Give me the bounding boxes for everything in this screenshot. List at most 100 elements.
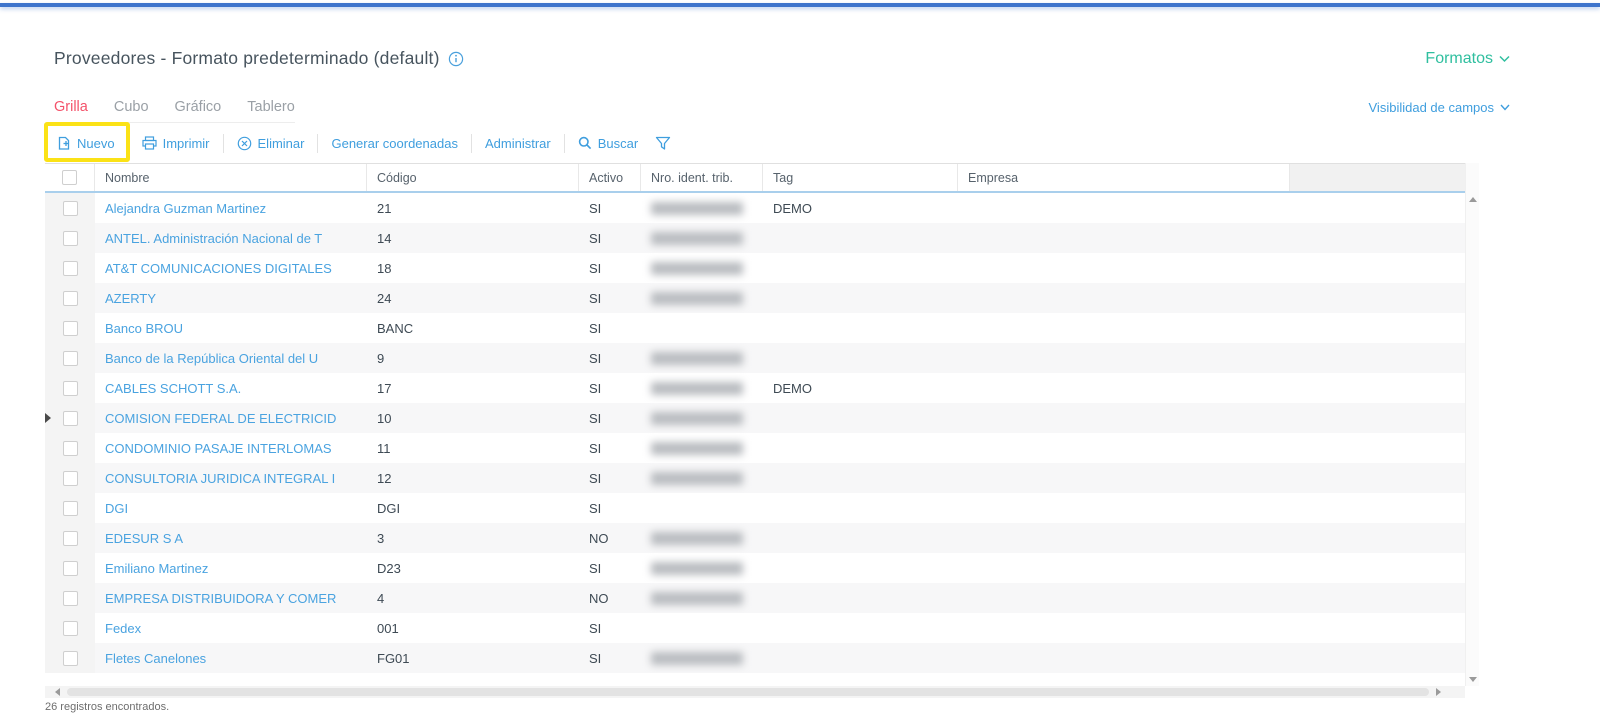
supplier-name-link[interactable]: COMISION FEDERAL DE ELECTRICID	[105, 411, 336, 426]
table-row: COMISION FEDERAL DE ELECTRICID 10 SI	[45, 403, 1465, 433]
table-row: ANTEL. Administración Nacional de T 14 SI	[45, 223, 1465, 253]
row-checkbox[interactable]	[62, 320, 78, 336]
table-row: EMPRESA DISTRIBUIDORA Y COMER 4 NO	[45, 583, 1465, 613]
supplier-name-link[interactable]: EMPRESA DISTRIBUIDORA Y COMER	[105, 591, 336, 606]
supplier-name-link[interactable]: EDESUR S A	[105, 531, 183, 546]
info-icon[interactable]	[448, 51, 464, 67]
row-checkbox[interactable]	[62, 260, 78, 276]
header-activo[interactable]: Activo	[579, 164, 641, 191]
header-nombre[interactable]: Nombre	[95, 164, 367, 191]
header-empresa[interactable]: Empresa	[958, 164, 1290, 191]
row-checkbox[interactable]	[62, 560, 78, 576]
tab-grilla[interactable]: Grilla	[54, 99, 88, 115]
supplier-name-cell: Banco de la República Oriental del U	[95, 343, 367, 373]
company-cell	[958, 643, 1290, 673]
row-checkbox[interactable]	[62, 350, 78, 366]
row-checkbox[interactable]	[62, 380, 78, 396]
buscar-button[interactable]: Buscar	[565, 136, 651, 151]
field-visibility-dropdown[interactable]: Visibilidad de campos	[1369, 100, 1511, 123]
supplier-name-link[interactable]: Emiliano Martinez	[105, 561, 208, 576]
company-cell	[958, 523, 1290, 553]
active-cell: SI	[589, 470, 602, 486]
row-checkbox[interactable]	[62, 200, 78, 216]
tag-cell	[763, 433, 958, 463]
tag-cell	[763, 553, 958, 583]
header-tag[interactable]: Tag	[763, 164, 958, 191]
tag-cell	[763, 313, 958, 343]
supplier-name-cell: CABLES SCHOTT S.A.	[95, 373, 367, 403]
supplier-name-cell: Banco BROU	[95, 313, 367, 343]
filter-funnel-icon[interactable]	[655, 136, 671, 151]
table-row: Fletes Canelones FG01 SI	[45, 643, 1465, 673]
scroll-down-icon[interactable]	[1469, 677, 1477, 682]
row-filler-cell	[1290, 193, 1465, 223]
tax-id-cell	[641, 253, 763, 283]
tab-cubo[interactable]: Cubo	[114, 99, 149, 115]
table-row: DGI DGI SI	[45, 493, 1465, 523]
generar-coordenadas-button[interactable]: Generar coordenadas	[318, 136, 470, 151]
formats-dropdown[interactable]: Formatos	[1425, 50, 1510, 68]
active-cell: SI	[589, 350, 602, 366]
row-checkbox[interactable]	[62, 530, 78, 546]
imprimir-button[interactable]: Imprimir	[129, 136, 223, 151]
supplier-name-link[interactable]: Fedex	[105, 621, 141, 636]
tax-id-cell	[641, 283, 763, 313]
supplier-name-link[interactable]: Banco de la República Oriental del U	[105, 351, 318, 366]
select-all-checkbox[interactable]	[62, 170, 77, 185]
tag-cell	[763, 403, 958, 433]
row-checkbox-cell	[45, 313, 95, 343]
eliminar-button[interactable]: Eliminar	[224, 136, 318, 151]
company-cell	[958, 313, 1290, 343]
select-all-cell	[45, 164, 95, 191]
supplier-name-link[interactable]: Alejandra Guzman Martinez	[105, 201, 266, 216]
supplier-name-cell: EMPRESA DISTRIBUIDORA Y COMER	[95, 583, 367, 613]
scroll-up-icon[interactable]	[1469, 197, 1477, 202]
code-cell: 18	[377, 260, 392, 276]
row-checkbox[interactable]	[62, 290, 78, 306]
row-filler-cell	[1290, 523, 1465, 553]
tab-tablero[interactable]: Tablero	[247, 99, 295, 115]
supplier-name-link[interactable]: AT&T COMUNICACIONES DIGITALES	[105, 261, 332, 276]
chevron-down-icon	[1499, 55, 1510, 63]
supplier-name-cell: AT&T COMUNICACIONES DIGITALES	[95, 253, 367, 283]
scroll-left-icon[interactable]	[55, 688, 60, 696]
row-checkbox[interactable]	[62, 620, 78, 636]
redacted-tax-id	[651, 291, 743, 305]
supplier-name-link[interactable]: CONDOMINIO PASAJE INTERLOMAS	[105, 441, 332, 456]
code-cell: 21	[377, 200, 392, 216]
nuevo-button[interactable]: Nuevo	[54, 136, 128, 151]
row-checkbox[interactable]	[62, 470, 78, 486]
table-row: Banco de la República Oriental del U 9 SI	[45, 343, 1465, 373]
supplier-name-link[interactable]: CONSULTORIA JURIDICA INTEGRAL I	[105, 471, 335, 486]
tab-grafico[interactable]: Gráfico	[175, 99, 222, 115]
scroll-right-icon[interactable]	[1436, 688, 1441, 696]
row-filler-cell	[1290, 493, 1465, 523]
row-checkbox[interactable]	[62, 440, 78, 456]
company-cell	[958, 343, 1290, 373]
nuevo-label: Nuevo	[77, 135, 115, 151]
row-checkbox[interactable]	[62, 230, 78, 246]
active-cell: SI	[589, 500, 602, 516]
side-panel-expander-icon[interactable]	[45, 413, 51, 423]
header-filler	[1290, 164, 1465, 191]
row-checkbox[interactable]	[62, 500, 78, 516]
supplier-name-link[interactable]: DGI	[105, 501, 128, 516]
supplier-name-link[interactable]: CABLES SCHOTT S.A.	[105, 381, 241, 396]
row-checkbox[interactable]	[62, 410, 78, 426]
active-cell: SI	[589, 320, 602, 336]
header-nro-ident-trib[interactable]: Nro. ident. trib.	[641, 164, 763, 191]
toolbar: Nuevo Imprimir Eliminar Generar coordena…	[54, 127, 671, 159]
row-checkbox[interactable]	[62, 590, 78, 606]
supplier-name-link[interactable]: AZERTY	[105, 291, 156, 306]
horizontal-scrollbar-thumb[interactable]	[67, 688, 1429, 696]
header-codigo[interactable]: Código	[367, 164, 579, 191]
administrar-button[interactable]: Administrar	[472, 136, 564, 151]
vertical-scrollbar[interactable]	[1465, 163, 1479, 686]
supplier-name-link[interactable]: Banco BROU	[105, 321, 183, 336]
supplier-name-link[interactable]: Fletes Canelones	[105, 651, 206, 666]
row-checkbox[interactable]	[62, 650, 78, 666]
horizontal-scrollbar[interactable]	[45, 686, 1465, 698]
redacted-tax-id	[651, 351, 743, 365]
supplier-name-cell: COMISION FEDERAL DE ELECTRICID	[95, 403, 367, 433]
supplier-name-link[interactable]: ANTEL. Administración Nacional de T	[105, 231, 322, 246]
